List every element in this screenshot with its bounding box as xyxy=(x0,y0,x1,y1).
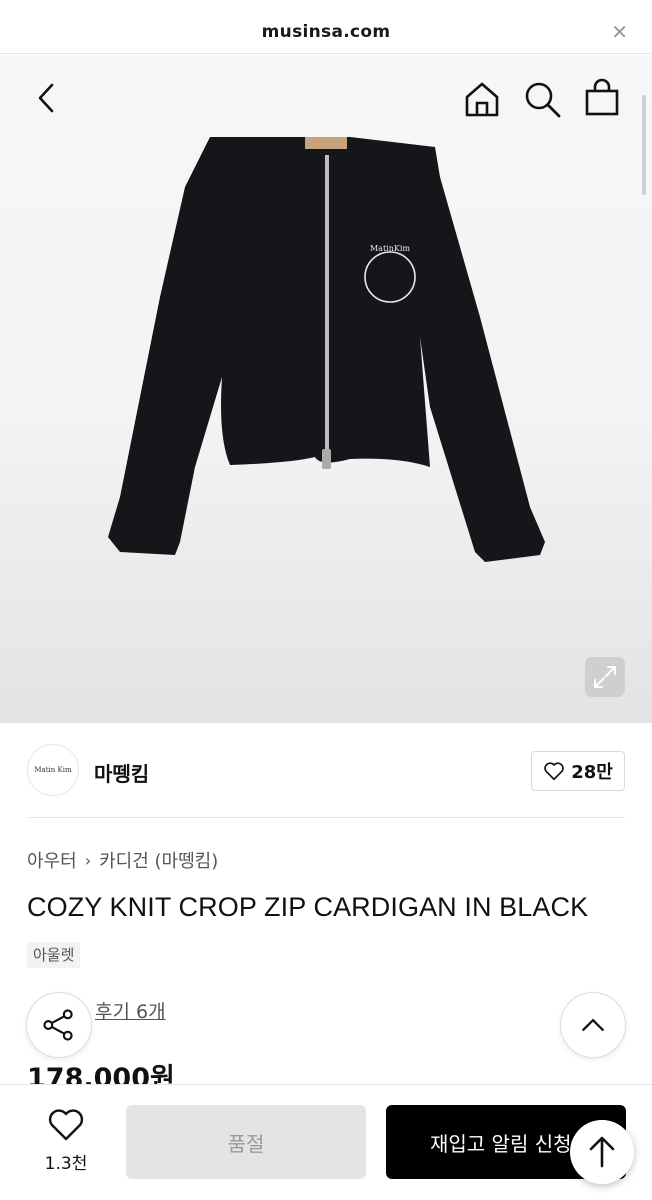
garment-logo: MatinKim xyxy=(370,244,410,253)
heart-outline-icon xyxy=(544,762,564,781)
breadcrumb-item-cardigan[interactable]: 카디건 (마뗑킴) xyxy=(99,847,218,873)
product-hero: MatinKim xyxy=(0,55,652,723)
search-icon[interactable] xyxy=(522,79,562,119)
like-count: 28만 xyxy=(571,762,613,783)
wish-count: 1.3천 xyxy=(44,1154,88,1174)
arrow-up-icon[interactable] xyxy=(570,1120,634,1184)
share-icon[interactable] xyxy=(26,992,92,1058)
shopping-bag-icon[interactable] xyxy=(582,77,622,117)
home-icon[interactable] xyxy=(462,79,502,119)
review-link[interactable]: 후기 6개 xyxy=(95,997,166,1024)
chevron-right-icon: › xyxy=(84,850,92,870)
divider xyxy=(27,817,625,818)
browser-url-bar: musinsa.com ✕ xyxy=(0,0,652,54)
outlet-tag: 아울렛 xyxy=(27,942,81,968)
heart-icon[interactable] xyxy=(48,1109,84,1141)
brand-row: Matin Kim 마뗑킴 28만 xyxy=(0,724,652,818)
product-image: MatinKim xyxy=(108,137,545,562)
close-icon[interactable]: ✕ xyxy=(611,22,628,42)
brand-like-button[interactable]: 28만 xyxy=(531,751,625,791)
product-title: COZY KNIT CROP ZIP CARDIGAN IN BLACK xyxy=(27,892,589,922)
scrollbar[interactable] xyxy=(642,95,646,195)
chevron-left-icon[interactable] xyxy=(30,81,64,115)
brand-logo[interactable]: Matin Kim xyxy=(27,744,79,796)
soldout-button: 품절 xyxy=(126,1105,366,1179)
expand-icon[interactable] xyxy=(585,657,625,697)
breadcrumb: 아우터 › 카디건 (마뗑킴) xyxy=(27,847,218,873)
breadcrumb-item-outer[interactable]: 아우터 xyxy=(27,847,77,873)
url-text[interactable]: musinsa.com xyxy=(0,22,652,42)
brand-name[interactable]: 마뗑킴 xyxy=(94,758,149,787)
scroll-top-icon[interactable] xyxy=(560,992,626,1058)
bottom-action-bar: 1.3천 품절 재입고 알림 신청 xyxy=(0,1084,652,1200)
